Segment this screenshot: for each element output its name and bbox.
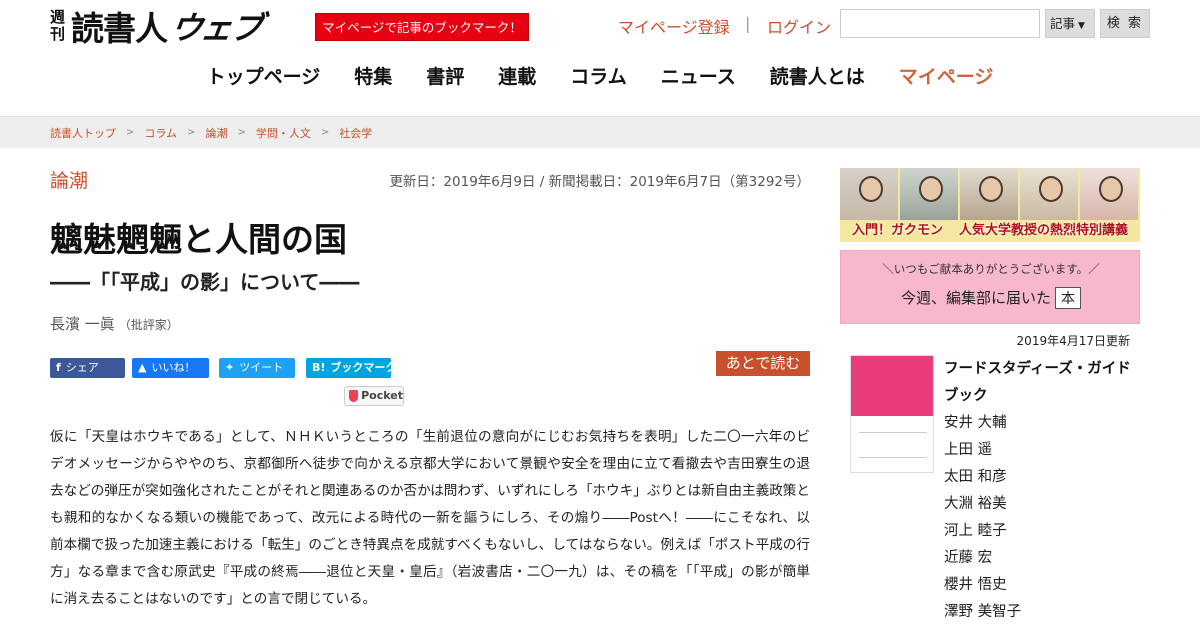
register-link[interactable]: マイページ登録: [618, 14, 730, 38]
gakumon-banner-text: 入門！ガクモン 人気大学教授の熱烈特別講義: [840, 219, 1140, 238]
article-author: 長濱 一眞 （批評家）: [50, 313, 179, 334]
thumbs-up-icon: ▲: [138, 361, 147, 374]
gakumon-banner[interactable]: 入門！ガクモン 人気大学教授の熱烈特別講義: [840, 168, 1140, 242]
book-author: 太田 和彦: [944, 469, 1007, 485]
article-category[interactable]: 論潮: [50, 166, 88, 193]
nav-mypage[interactable]: マイページ: [899, 62, 994, 89]
banner-photo: [840, 168, 1140, 220]
book-author: 上田 遥: [944, 442, 993, 458]
hatena-bookmark-button[interactable]: B! ブックマーク: [306, 358, 396, 378]
updated-date: 2019年4月17日更新: [1016, 334, 1130, 348]
person-photo: [1080, 168, 1140, 220]
nav-about[interactable]: 読書人とは: [770, 62, 865, 89]
site-logo[interactable]: 週 刊 読書人 ウェブ: [50, 6, 264, 49]
new-books-banner-main: 今週、編集部に届いた本: [841, 287, 1139, 309]
book-title[interactable]: フードスタディーズ・ガイドブック: [944, 356, 1140, 410]
like-label: いいね！: [151, 361, 196, 374]
nav-news[interactable]: ニュース: [661, 62, 736, 89]
nav-columns[interactable]: コラム: [570, 62, 626, 89]
book-cover-image[interactable]: [850, 355, 934, 473]
book-cover-art: [851, 356, 933, 416]
facebook-icon: f: [56, 361, 61, 374]
search-scope-select[interactable]: 記事 ▼: [1045, 9, 1095, 38]
twitter-icon: ✦: [225, 361, 235, 374]
article-title: 魑魅魍魎と人間の国: [50, 220, 347, 259]
book-author: 河上 睦子: [944, 523, 1007, 539]
book-label: 本: [1055, 287, 1081, 309]
chevron-right-icon: >: [126, 127, 135, 138]
book-cover-lines: [859, 432, 927, 458]
mypage-promo-banner[interactable]: マイページで記事のブックマーク！: [315, 13, 529, 41]
breadcrumb-item[interactable]: 論潮: [205, 125, 227, 141]
nav-reviews[interactable]: 書評: [426, 62, 464, 89]
account-separator: |: [745, 14, 751, 33]
logo-weekly: 週 刊: [50, 9, 65, 43]
chevron-right-icon: >: [187, 127, 196, 138]
tweet-button[interactable]: ✦ ツイート: [219, 358, 295, 378]
logo-main-text: 読書人: [71, 9, 168, 48]
new-books-banner-text: 今週、編集部に届いた: [900, 289, 1051, 307]
breadcrumb: 読書人トップ > コラム > 論潮 > 学問・人文 > 社会学: [0, 116, 1200, 148]
book-author: 安井 大輔: [944, 415, 1007, 431]
main-nav: トップページ 特集 書評 連載 コラム ニュース 読書人とは マイページ: [0, 62, 1200, 89]
article-subtitle: ――「「平成」の影」について――: [50, 270, 360, 294]
search-scope-value: 記事: [1050, 16, 1076, 31]
person-photo: [960, 168, 1020, 220]
facebook-share-label: シェア: [65, 361, 99, 374]
nav-features[interactable]: 特集: [354, 62, 392, 89]
search-input[interactable]: [840, 9, 1040, 38]
article-body: 仮に「天皇はホウキである」として、ＮＨＫいうところの「生前退位の意向がにじむお気…: [50, 429, 810, 607]
tweet-label: ツイート: [239, 361, 284, 374]
breadcrumb-item[interactable]: コラム: [144, 125, 177, 141]
facebook-share-button[interactable]: f シェア: [50, 358, 125, 378]
breadcrumb-item[interactable]: 学問・人文: [256, 125, 311, 141]
hatena-label: ブックマーク: [330, 361, 397, 374]
logo-small-top: 週: [50, 8, 66, 26]
pocket-button[interactable]: Pocket: [344, 386, 404, 406]
nav-top[interactable]: トップページ: [207, 62, 321, 89]
book-author: 近藤 宏: [944, 550, 993, 566]
chevron-right-icon: >: [237, 127, 246, 138]
author-name: 長濱 一眞: [50, 315, 115, 333]
book-authors: 安井 大輔 上田 遥 太田 和彦 大淵 裕美 河上 睦子 近藤 宏 櫻井 悟史 …: [944, 410, 1140, 626]
logo-web-text: ウェブ: [168, 9, 264, 47]
nav-serials[interactable]: 連載: [498, 62, 536, 89]
hatena-icon: B!: [312, 361, 326, 374]
logo-small-bottom: 刊: [50, 25, 66, 43]
breadcrumb-item[interactable]: 読書人トップ: [50, 125, 116, 141]
read-later-button[interactable]: あとで読む: [716, 351, 810, 376]
new-books-banner[interactable]: ＼いつもご献本ありがとうございます。／ 今週、編集部に届いた本: [840, 250, 1140, 324]
login-link[interactable]: ログイン: [767, 14, 831, 38]
person-photo: [840, 168, 900, 220]
person-photo: [900, 168, 960, 220]
book-author: 澤野 美智子: [944, 604, 1022, 620]
facebook-like-button[interactable]: ▲ いいね！: [132, 358, 209, 378]
site-header: 週 刊 読書人 ウェブ マイページで記事のブックマーク！ マイページ登録 | ロ…: [0, 0, 1200, 116]
book-author: 大淵 裕美: [944, 496, 1007, 512]
pocket-icon: [349, 390, 359, 402]
article-dates: 更新日：2019年6月9日 / 新聞掲載日：2019年6月7日（第3292号）: [389, 174, 810, 190]
new-books-banner-top: ＼いつもご献本ありがとうございます。／: [882, 262, 1100, 276]
gakumon-banner-left: 入門！ガクモン: [851, 223, 943, 238]
chevron-right-icon: >: [320, 127, 330, 138]
gakumon-banner-right: 人気大学教授の熱烈特別講義: [959, 223, 1129, 238]
pocket-label: Pocket: [361, 389, 403, 402]
author-role: （批評家）: [118, 318, 179, 332]
search-button[interactable]: 検 索: [1100, 9, 1150, 38]
chevron-down-icon: ▼: [1078, 21, 1085, 31]
person-photo: [1020, 168, 1080, 220]
breadcrumb-item[interactable]: 社会学: [339, 125, 372, 141]
book-author: 櫻井 悟史: [944, 577, 1007, 593]
